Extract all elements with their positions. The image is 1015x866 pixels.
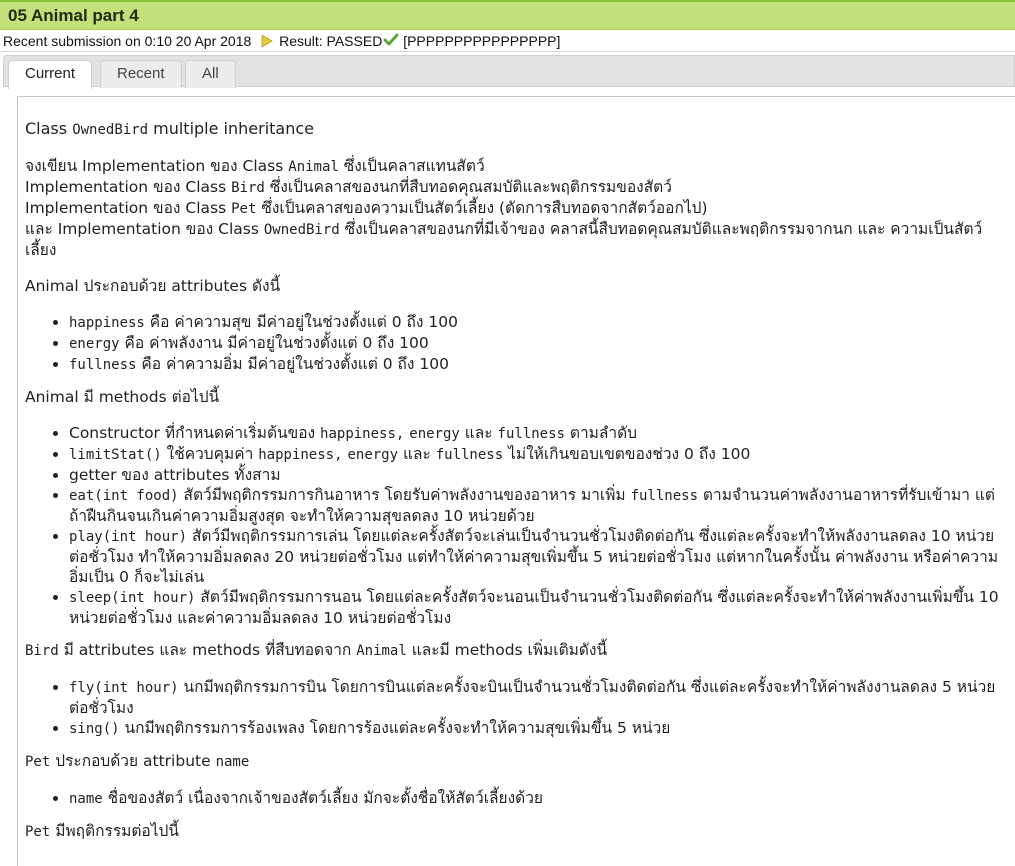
tabs-bar: Current Recent All	[3, 55, 1015, 89]
submission-prefix: Recent submission on	[3, 33, 141, 49]
list-item: fly(int hour) นกมีพฤติกรรมการบิน โดยการบ…	[69, 677, 1010, 718]
check-icon	[383, 33, 399, 46]
list-item: fullness คือ ค่าความอิ่ม มีค่าอยู่ในช่วง…	[69, 354, 1010, 375]
list-item: eat(int food) สัตว์มีพฤติกรรมการกินอาหาร…	[69, 485, 1010, 526]
submission-datetime: 0:10 20 Apr 2018	[144, 33, 252, 49]
list-item: play(int hour) สัตว์มีพฤติกรรมการเล่น โด…	[69, 526, 1010, 587]
bird-heading: Bird มี attributes และ methods ที่สืบทอด…	[25, 641, 608, 659]
pet-attributes-list: name ชื่อของสัตว์ เนื่องจากเจ้าของสัตว์เ…	[25, 788, 1010, 809]
animal-attributes-heading: Animal ประกอบด้วย attributes ดังนี้	[25, 277, 281, 295]
pet-attributes-heading: Pet ประกอบด้วย attribute name	[25, 752, 250, 770]
pet-behavior-heading: Pet มีพฤติกรรมต่อไปนี้	[25, 822, 179, 840]
tab-recent[interactable]: Recent	[100, 60, 182, 88]
list-item: sing() นกมีพฤติกรรมการร้องเพลง โดยการร้อ…	[69, 718, 1010, 739]
tab-all[interactable]: All	[185, 60, 236, 88]
problem-heading: Class OwnedBird multiple inheritance	[25, 119, 315, 138]
list-item: limitStat() ใช้ควบคุมค่า happiness, ener…	[69, 444, 1010, 465]
flag-icon	[261, 35, 273, 47]
list-item: sleep(int hour) สัตว์มีพฤติกรรมการนอน โด…	[69, 587, 1010, 628]
submission-status: Recent submission on 0:10 20 Apr 2018 Re…	[0, 30, 1015, 52]
list-item: energy คือ ค่าพลังงาน มีค่าอยู่ในช่วงตั้…	[69, 333, 1010, 354]
list-item: happiness คือ ค่าความสุข มีค่าอยู่ในช่วง…	[69, 312, 1010, 333]
animal-methods-heading: Animal มี methods ต่อไปนี้	[25, 388, 220, 406]
problem-statement: Class OwnedBird multiple inheritance จงเ…	[17, 96, 1015, 866]
animal-attributes-list: happiness คือ ค่าความสุข มีค่าอยู่ในช่วง…	[25, 312, 1010, 375]
result-value: PASSED	[326, 33, 383, 49]
list-item: Constructor ที่กำหนดค่าเริ่มต้นของ happi…	[69, 423, 1010, 444]
list-item: getter ของ attributes ทั้งสาม	[69, 465, 1010, 485]
animal-methods-list: Constructor ที่กำหนดค่าเริ่มต้นของ happi…	[25, 423, 1010, 628]
bird-methods-list: fly(int hour) นกมีพฤติกรรมการบิน โดยการบ…	[25, 677, 1010, 739]
intro-paragraph: จงเขียน Implementation ของ Class Animal …	[25, 157, 983, 259]
tab-current[interactable]: Current	[8, 60, 93, 89]
list-item: name ชื่อของสัตว์ เนื่องจากเจ้าของสัตว์เ…	[69, 788, 1010, 809]
page-title: 05 Animal part 4	[0, 0, 1015, 30]
result-string: [PPPPPPPPPPPPPPPP]	[403, 33, 561, 49]
result-label: Result:	[279, 33, 323, 49]
